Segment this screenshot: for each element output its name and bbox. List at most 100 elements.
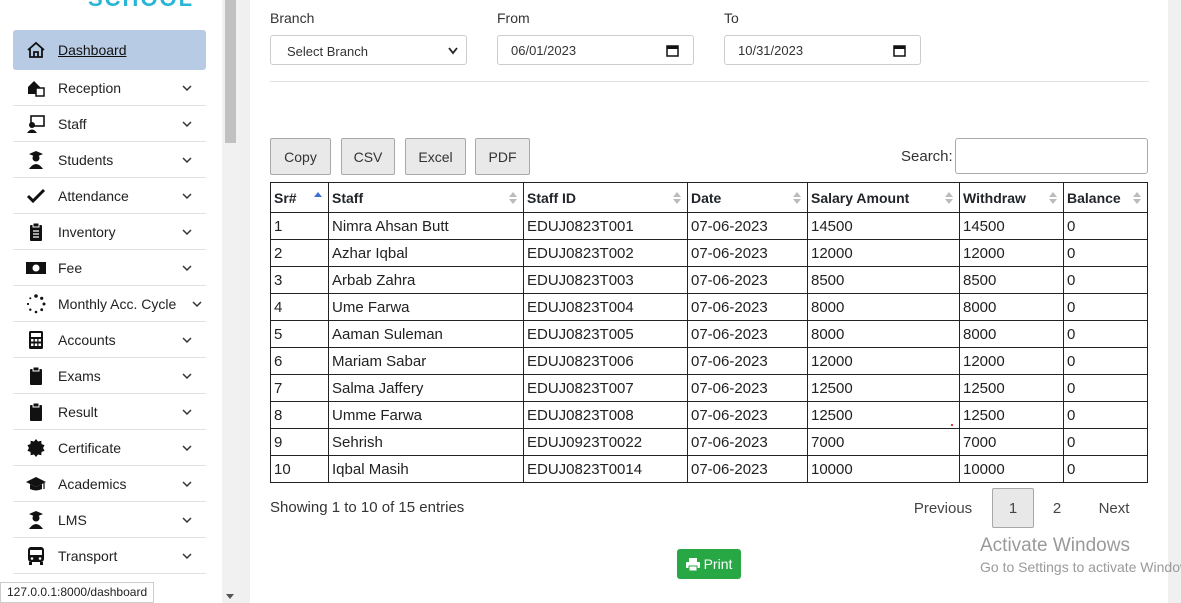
- sidebar-item-label: Inventory: [58, 223, 116, 240]
- scrollbar-thumb[interactable]: [225, 0, 236, 143]
- sidebar-item-label: Students: [58, 151, 114, 168]
- copy-button[interactable]: Copy: [270, 138, 331, 175]
- graduation-cap-icon: [13, 474, 58, 494]
- excel-button[interactable]: Excel: [405, 138, 466, 175]
- previous-page-button[interactable]: Previous: [905, 488, 981, 528]
- sidebar-item-dashboard[interactable]: Dashboard: [13, 30, 206, 70]
- chevron-down-icon: [182, 372, 192, 379]
- sort-asc-icon: [314, 192, 322, 197]
- to-date-input[interactable]: 10/31/2023: [724, 35, 921, 65]
- column-header[interactable]: Staff: [328, 182, 524, 213]
- sidebar-item-monthly-acc-cycle[interactable]: Monthly Acc. Cycle: [13, 286, 206, 322]
- reception-icon: [13, 78, 58, 98]
- students-icon: [13, 150, 58, 170]
- column-header[interactable]: Withdraw: [959, 182, 1064, 213]
- column-header[interactable]: Salary Amount: [807, 182, 960, 213]
- clipboard-list-icon: [13, 222, 58, 242]
- sidebar-item-academics[interactable]: Academics: [13, 466, 206, 502]
- sidebar-item-label: Transport: [58, 547, 118, 564]
- sidebar-item-label: Certificate: [58, 439, 122, 456]
- calendar-icon[interactable]: [893, 44, 906, 57]
- sidebar-item-certificate[interactable]: Certificate: [13, 430, 206, 466]
- sidebar-item-label: Reception: [58, 79, 122, 96]
- branch-select[interactable]: Select Branch: [270, 35, 467, 65]
- sort-icon: [1049, 192, 1057, 204]
- from-date-input[interactable]: 06/01/2023: [497, 35, 694, 65]
- csv-button[interactable]: CSV: [341, 138, 395, 175]
- sidebar-item-result[interactable]: Result: [13, 394, 206, 430]
- next-page-button[interactable]: Next: [1086, 488, 1142, 528]
- sidebar: SCHOOL Dashboard Reception Staff Student…: [0, 0, 222, 603]
- sidebar-item-label: Staff: [58, 115, 87, 132]
- chevron-down-icon: [182, 156, 192, 163]
- chevron-down-icon: [182, 336, 192, 343]
- chevron-down-icon: [182, 84, 192, 91]
- sidebar-item-students[interactable]: Students: [13, 142, 206, 178]
- page-2-button[interactable]: 2: [1044, 488, 1070, 528]
- chevron-down-icon: [182, 120, 192, 127]
- table-row: 1 Nimra Ahsan Butt EDUJ0823T001 07-06-2023 1…: [270, 212, 1148, 240]
- divider: [270, 81, 1149, 82]
- sidebar-menu: Dashboard Reception Staff Students Atten…: [13, 30, 206, 574]
- table-row: 8 Umme Farwa EDUJ0823T008 07-06-2023 12500 12…: [270, 401, 1148, 429]
- home-icon: [13, 40, 58, 60]
- sort-icon: [945, 192, 953, 204]
- chevron-down-icon: [448, 47, 458, 55]
- pdf-button[interactable]: PDF: [475, 138, 530, 175]
- money-icon: [13, 258, 58, 278]
- sort-icon: [509, 192, 517, 204]
- print-label: Print: [703, 556, 733, 572]
- sort-icon: [1133, 192, 1141, 204]
- sidebar-item-accounts[interactable]: Accounts: [13, 322, 206, 358]
- scroll-down-arrow-icon[interactable]: [226, 594, 234, 599]
- table-header-row: Sr# Staff Staff ID Date Salary Amount Wi…: [270, 182, 1148, 213]
- sidebar-item-label: Monthly Acc. Cycle: [58, 295, 177, 312]
- sidebar-item-label: Exams: [58, 367, 101, 384]
- print-button[interactable]: Print: [677, 549, 741, 579]
- sidebar-item-inventory[interactable]: Inventory: [13, 214, 206, 250]
- column-header[interactable]: Sr#: [270, 182, 329, 213]
- table-row: 4 Ume Farwa EDUJ0823T004 07-06-2023 8000 8000…: [270, 293, 1148, 321]
- table-row: 3 Arbab Zahra EDUJ0823T003 07-06-2023 8500 85…: [270, 266, 1148, 294]
- column-header[interactable]: Staff ID: [523, 182, 688, 213]
- branch-select-value: Select Branch: [287, 44, 368, 59]
- sidebar-item-transport[interactable]: Transport: [13, 538, 206, 574]
- logo-text: SCHOOL: [88, 0, 194, 12]
- chevron-down-icon: [182, 552, 192, 559]
- sidebar-item-exams[interactable]: Exams: [13, 358, 206, 394]
- column-header[interactable]: Balance: [1063, 182, 1148, 213]
- sidebar-item-label: Result: [58, 403, 98, 420]
- sidebar-item-attendance[interactable]: Attendance: [13, 178, 206, 214]
- page-1-button[interactable]: 1: [992, 488, 1034, 528]
- sidebar-item-staff[interactable]: Staff: [13, 106, 206, 142]
- sidebar-item-fee[interactable]: Fee: [13, 250, 206, 286]
- activate-windows-watermark: Activate Windows Go to Settings to activ…: [980, 535, 1181, 575]
- sidebar-item-reception[interactable]: Reception: [13, 70, 206, 106]
- chevron-down-icon: [182, 408, 192, 415]
- table-row: 5 Aaman Suleman EDUJ0823T005 07-06-2023 8000…: [270, 320, 1148, 348]
- spinner-icon: [13, 293, 58, 314]
- sidebar-item-label: Dashboard: [58, 42, 127, 58]
- table-row: 2 Azhar Iqbal EDUJ0823T002 07-06-2023 12000 1…: [270, 239, 1148, 267]
- chevron-down-icon: [192, 300, 202, 307]
- sidebar-item-lms[interactable]: LMS: [13, 502, 206, 538]
- search-input[interactable]: [955, 138, 1148, 174]
- watermark-title: Activate Windows: [980, 535, 1130, 556]
- calendar-icon[interactable]: [666, 44, 679, 57]
- table-row: 7 Salma Jaffery EDUJ0823T007 07-06-2023 1250…: [270, 374, 1148, 402]
- from-date-value: 06/01/2023: [511, 43, 577, 58]
- sidebar-scrollbar[interactable]: [222, 0, 239, 603]
- from-label: From: [497, 10, 530, 26]
- sidebar-item-label: Accounts: [58, 331, 116, 348]
- clipboard-icon: [13, 402, 58, 422]
- certificate-icon: [13, 438, 58, 458]
- search-label: Search:: [901, 148, 953, 165]
- chevron-down-icon: [182, 228, 192, 235]
- column-header[interactable]: Date: [687, 182, 808, 213]
- calculator-icon: [13, 330, 58, 350]
- red-dot: [951, 424, 953, 426]
- chevron-down-icon: [182, 444, 192, 451]
- salary-table: Sr# Staff Staff ID Date Salary Amount Wi…: [270, 182, 1148, 483]
- branch-label: Branch: [270, 10, 315, 26]
- chevron-down-icon: [182, 264, 192, 271]
